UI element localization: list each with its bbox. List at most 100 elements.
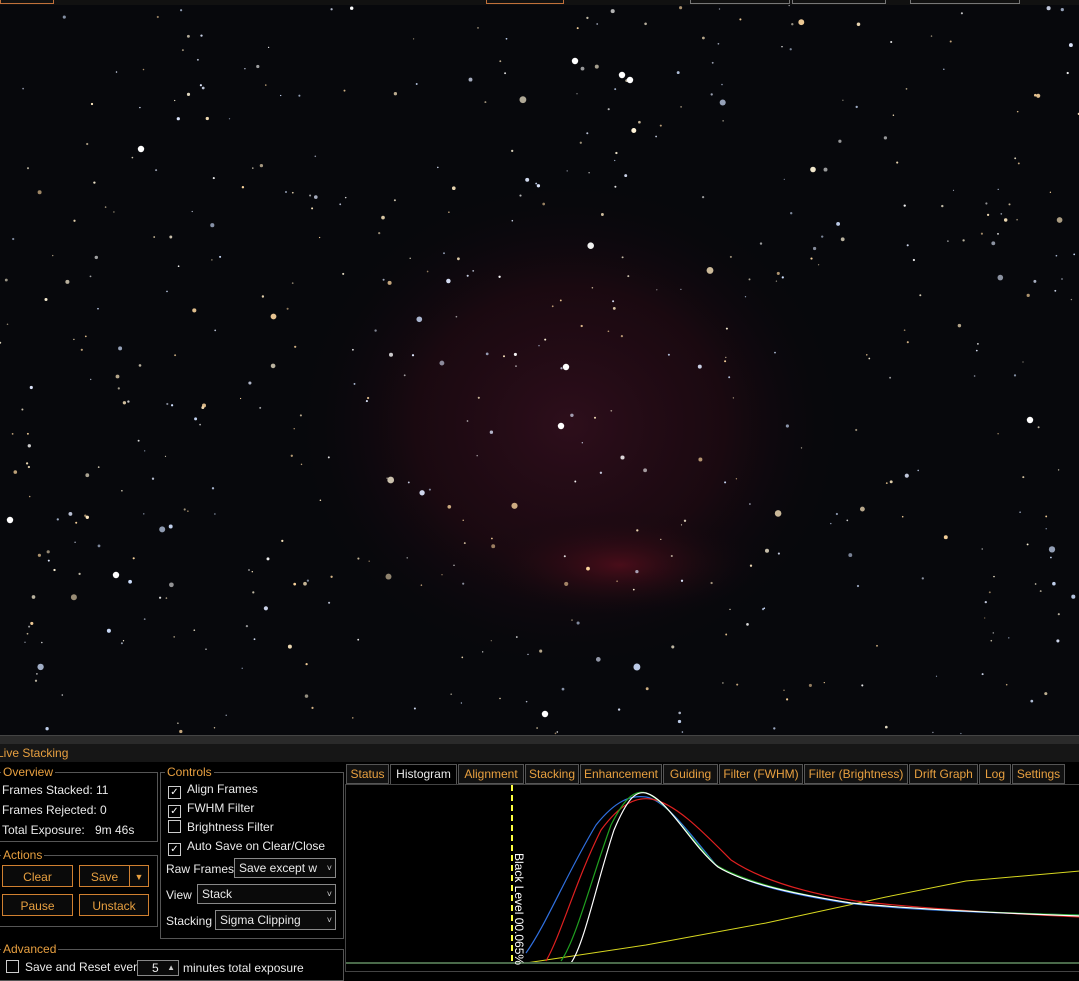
star (710, 581, 713, 585)
star (241, 667, 243, 669)
save-dropdown-button[interactable]: ▼ (129, 865, 149, 887)
star (830, 522, 832, 525)
star (960, 732, 962, 735)
tab-status[interactable]: Status (346, 764, 389, 784)
view-select[interactable]: Stack ˅ (197, 884, 336, 904)
star (1056, 217, 1063, 223)
tab-guiding[interactable]: Guiding (663, 764, 718, 784)
star (37, 663, 44, 671)
tab-enhancement[interactable]: Enhancement (580, 764, 662, 784)
star (97, 466, 100, 468)
check-icon[interactable]: ✓ (168, 805, 181, 818)
star (187, 510, 189, 512)
star (1073, 253, 1076, 256)
check-icon[interactable]: ✓ (168, 786, 181, 799)
star (678, 711, 682, 715)
star (177, 265, 180, 268)
star (281, 539, 284, 543)
star (413, 707, 416, 710)
star (330, 575, 333, 578)
tab-log[interactable]: Log (979, 764, 1011, 784)
toolbar-segment[interactable] (792, 0, 886, 4)
star (697, 364, 702, 369)
tab-filter-brightness[interactable]: Filter (Brightness) (804, 764, 908, 784)
star (791, 23, 794, 26)
raw-frames-label: Raw Frames (166, 862, 235, 876)
tab-alignment[interactable]: Alignment (458, 764, 524, 784)
histogram-plot[interactable]: Black Level 00.065% (345, 784, 1079, 972)
stepper-up-icon[interactable]: ▲ (167, 961, 175, 975)
toolbar-segment[interactable] (910, 0, 1020, 4)
raw-frames-select[interactable]: Save except w ˅ (234, 858, 336, 878)
save-button[interactable]: Save (79, 865, 130, 887)
star (174, 99, 176, 102)
star (656, 289, 658, 291)
star (980, 232, 983, 235)
unstack-button[interactable]: Unstack (79, 894, 149, 916)
stacked-image-view[interactable] (0, 5, 1079, 735)
checkbox-box[interactable] (168, 820, 181, 833)
minutes-stepper[interactable]: 5 ▲ (137, 960, 179, 976)
star (256, 64, 260, 69)
star (176, 117, 180, 121)
auto-save-checkbox[interactable]: ✓ Auto Save on Clear/Close (168, 839, 325, 856)
star (773, 727, 776, 730)
star (992, 632, 995, 634)
star (614, 88, 617, 91)
star (24, 641, 26, 643)
star (169, 235, 173, 239)
star (40, 641, 43, 644)
star (85, 473, 90, 478)
star (798, 19, 805, 26)
tab-settings[interactable]: Settings (1012, 764, 1065, 784)
tab-stacking[interactable]: Stacking (525, 764, 579, 784)
align-frames-checkbox[interactable]: ✓ Align Frames (168, 782, 258, 799)
overview-label: Overview (1, 765, 56, 779)
save-reset-checkbox[interactable]: Save and Reset every (6, 960, 143, 974)
brightness-filter-checkbox[interactable]: Brightness Filter (168, 820, 274, 834)
star (855, 105, 858, 109)
pause-button[interactable]: Pause (2, 894, 73, 916)
star (962, 239, 965, 242)
star (191, 210, 193, 213)
star (451, 186, 456, 191)
star (676, 71, 680, 75)
star (746, 623, 749, 626)
star (1022, 361, 1024, 363)
star (724, 360, 727, 363)
clear-button[interactable]: Clear (2, 865, 73, 887)
stacking-select[interactable]: Sigma Clipping ˅ (215, 910, 336, 930)
checkbox-box[interactable] (6, 960, 19, 973)
fwhm-filter-checkbox[interactable]: ✓ FWHM Filter (168, 801, 254, 818)
star (12, 237, 15, 241)
star (357, 638, 360, 641)
star (921, 577, 924, 580)
star (1016, 110, 1019, 113)
star (973, 375, 976, 377)
star (855, 428, 858, 432)
star (457, 257, 460, 261)
star (783, 178, 785, 180)
star (781, 276, 784, 279)
star (614, 159, 616, 162)
star (912, 258, 916, 262)
check-icon[interactable]: ✓ (168, 843, 181, 856)
star (368, 560, 370, 562)
tab-filter-fwhm[interactable]: Filter (FWHM) (719, 764, 803, 784)
tab-histogram[interactable]: Histogram (390, 764, 457, 785)
star (536, 727, 538, 729)
toolbar-segment[interactable] (0, 0, 54, 4)
star (47, 559, 50, 562)
toolbar-segment[interactable] (690, 0, 790, 4)
star (484, 101, 487, 104)
star (183, 508, 186, 511)
star (352, 717, 354, 719)
tab-drift-graph[interactable]: Drift Graph (909, 764, 978, 784)
star (462, 582, 465, 585)
star (748, 503, 751, 505)
star (80, 348, 83, 351)
star (610, 409, 613, 412)
star (1033, 279, 1037, 283)
star (551, 305, 554, 308)
toolbar-segment[interactable] (486, 0, 564, 4)
